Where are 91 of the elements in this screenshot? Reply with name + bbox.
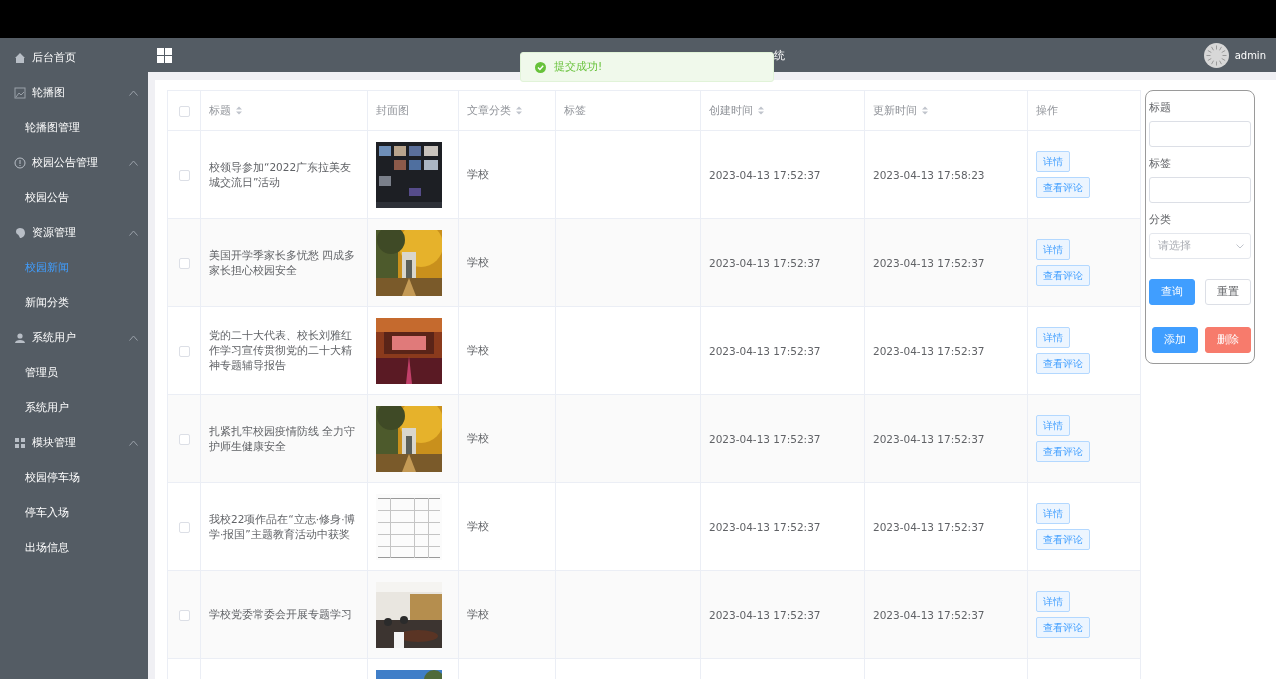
success-toast: 提交成功! bbox=[520, 52, 774, 82]
date-text: 2023-04-13 17:52:37 bbox=[709, 432, 821, 445]
column-header[interactable]: 操作 bbox=[1036, 103, 1058, 118]
news-title: 美国开学季家长多忧愁 四成多家长担心校园安全 bbox=[209, 247, 357, 278]
check-circle-icon bbox=[535, 61, 546, 73]
submenu-item[interactable]: 停车入场 bbox=[0, 495, 69, 530]
column-header[interactable]: 标签 bbox=[564, 103, 586, 118]
submenu-item[interactable]: 管理员 bbox=[0, 355, 58, 390]
details-button[interactable]: 详情 bbox=[1036, 151, 1070, 172]
input-field[interactable] bbox=[1149, 177, 1251, 203]
date-text: 2023-04-13 17:52:37 bbox=[873, 432, 985, 445]
app-title: 统 bbox=[774, 48, 785, 63]
row-checkbox[interactable] bbox=[178, 433, 190, 445]
comments-button[interactable]: 查看评论 bbox=[1036, 529, 1090, 550]
menu-item[interactable]: 后台首页 bbox=[0, 40, 148, 75]
sort-icon bbox=[516, 106, 522, 115]
menu-item[interactable]: 校园公告管理 bbox=[0, 145, 148, 180]
avatar-icon bbox=[1203, 42, 1229, 68]
date-text: 2023-04-13 17:52:37 bbox=[709, 344, 821, 357]
date-text: 2023-04-13 17:52:37 bbox=[873, 344, 985, 357]
comments-button[interactable]: 查看评论 bbox=[1036, 353, 1090, 374]
image-icon bbox=[14, 86, 26, 99]
comments-button[interactable]: 查看评论 bbox=[1036, 441, 1090, 462]
menu-item[interactable]: 资源管理 bbox=[0, 215, 148, 250]
drop-icon bbox=[14, 226, 26, 239]
category-text: 学校 bbox=[467, 255, 489, 268]
sort-icon bbox=[236, 106, 242, 115]
field-label: 标题 bbox=[1149, 101, 1172, 115]
submenu-item[interactable]: 校园公告 bbox=[0, 180, 69, 215]
news-title: 扎紧扎牢校园疫情防线 全力守护师生健康安全 bbox=[209, 423, 357, 454]
date-text: 2023-04-13 17:52:37 bbox=[873, 520, 985, 533]
search-button[interactable]: 查询 bbox=[1149, 279, 1195, 305]
delete-button[interactable]: 删除 bbox=[1205, 327, 1251, 353]
select-all-checkbox[interactable] bbox=[178, 105, 190, 117]
date-text: 2023-04-13 17:52:37 bbox=[709, 520, 821, 533]
submenu-item[interactable]: 校园停车场 bbox=[0, 460, 80, 495]
menu-item[interactable]: 模块管理 bbox=[0, 425, 148, 460]
date-text: 2023-04-13 17:52:37 bbox=[873, 608, 985, 621]
category-text: 学校 bbox=[467, 519, 489, 532]
submenu-item[interactable]: 出场信息 bbox=[0, 530, 69, 565]
category-text: 学校 bbox=[467, 343, 489, 356]
username[interactable]: admin bbox=[1234, 49, 1266, 61]
grid-menu-icon bbox=[157, 47, 172, 63]
comments-button[interactable]: 查看评论 bbox=[1036, 177, 1090, 198]
submenu-item[interactable]: 系统用户 bbox=[0, 390, 69, 425]
date-text: 2023-04-13 17:52:37 bbox=[709, 168, 821, 181]
home-icon bbox=[14, 51, 26, 64]
news-title: 学校党委常委会开展专题学习 bbox=[209, 607, 353, 622]
row-checkbox[interactable] bbox=[178, 345, 190, 357]
news-title: 我校22项作品在“立志·修身·博学·报国”主题教育活动中获奖 bbox=[209, 511, 357, 542]
row-checkbox[interactable] bbox=[178, 169, 190, 181]
category-text: 学校 bbox=[467, 167, 489, 180]
comments-button[interactable]: 查看评论 bbox=[1036, 265, 1090, 286]
column-header[interactable]: 标题 bbox=[209, 103, 242, 118]
news-title: 党的二十大代表、校长刘雅红作学习宣传贯彻党的二十大精神专题辅导报告 bbox=[209, 328, 353, 373]
menu-item[interactable]: 轮播图 bbox=[0, 75, 148, 110]
chevron-down-icon bbox=[1236, 243, 1244, 249]
date-text: 2023-04-13 17:58:23 bbox=[873, 168, 985, 181]
date-text: 2023-04-13 17:52:37 bbox=[873, 256, 985, 269]
category-text: 学校 bbox=[467, 431, 489, 444]
grid-icon bbox=[14, 436, 26, 449]
add-button[interactable]: 添加 bbox=[1152, 327, 1198, 353]
details-button[interactable]: 详情 bbox=[1036, 327, 1070, 348]
column-header[interactable]: 更新时间 bbox=[873, 103, 928, 118]
news-title: 校领导参加“2022广东拉美友城交流日”活动 bbox=[209, 159, 353, 190]
date-text: 2023-04-13 17:52:37 bbox=[709, 608, 821, 621]
category-text: 学校 bbox=[467, 607, 489, 620]
user-icon bbox=[14, 331, 26, 344]
field-label: 标签 bbox=[1149, 157, 1172, 171]
row-checkbox[interactable] bbox=[178, 521, 190, 533]
column-header[interactable]: 封面图 bbox=[376, 103, 409, 118]
sort-icon bbox=[922, 106, 928, 115]
details-button[interactable]: 详情 bbox=[1036, 415, 1070, 436]
row-checkbox[interactable] bbox=[178, 609, 190, 621]
details-button[interactable]: 详情 bbox=[1036, 503, 1070, 524]
reset-button[interactable]: 重置 bbox=[1205, 279, 1251, 305]
column-header[interactable]: 创建时间 bbox=[709, 103, 764, 118]
info-icon bbox=[14, 156, 26, 169]
comments-button[interactable]: 查看评论 bbox=[1036, 617, 1090, 638]
row-checkbox[interactable] bbox=[178, 257, 190, 269]
menu-item[interactable]: 系统用户 bbox=[0, 320, 148, 355]
input-field[interactable] bbox=[1149, 121, 1251, 147]
submenu-item[interactable]: 校园新闻 bbox=[0, 250, 69, 285]
category-select[interactable]: 请选择 bbox=[1149, 233, 1251, 259]
details-button[interactable]: 详情 bbox=[1036, 591, 1070, 612]
date-text: 2023-04-13 17:52:37 bbox=[709, 256, 821, 269]
details-button[interactable]: 详情 bbox=[1036, 239, 1070, 260]
submenu-item[interactable]: 轮播图管理 bbox=[0, 110, 80, 145]
sort-icon bbox=[758, 106, 764, 115]
field-label: 分类 bbox=[1149, 213, 1172, 227]
submenu-item[interactable]: 新闻分类 bbox=[0, 285, 69, 320]
